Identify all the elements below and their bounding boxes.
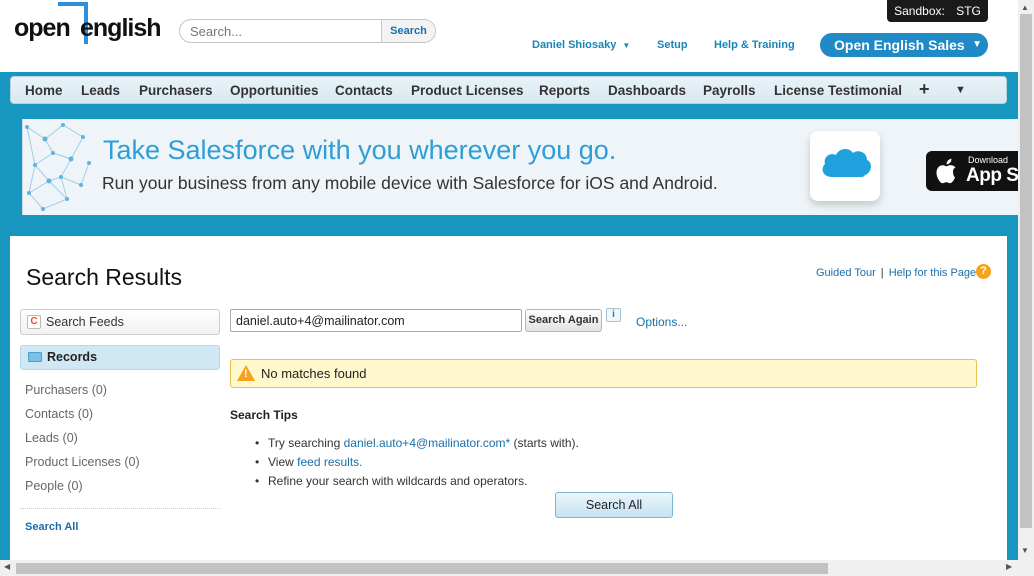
user-menu[interactable]: Daniel Shiosaky ▼ — [532, 39, 630, 51]
tip1-suffix: (starts with). — [510, 436, 579, 450]
scroll-left-icon[interactable]: ◀ — [4, 562, 10, 571]
sidebar-item-contacts[interactable]: Contacts (0) — [25, 407, 93, 421]
network-graphic-icon — [25, 123, 91, 211]
feed-results-link[interactable]: feed results. — [297, 455, 362, 469]
tab-home[interactable]: Home — [25, 77, 63, 103]
tab-license-testimonial[interactable]: License Testimonial — [774, 77, 902, 103]
apple-icon — [936, 158, 956, 184]
tip1-prefix: Try searching — [268, 436, 344, 450]
records-label: Records — [47, 350, 98, 364]
tip1-link[interactable]: daniel.auto+4@mailinator.com* — [344, 436, 511, 450]
search-tip: View feed results. — [253, 453, 579, 472]
tab-leads[interactable]: Leads — [81, 77, 120, 103]
tab-opportunities[interactable]: Opportunities — [230, 77, 319, 103]
records-section[interactable]: Records — [20, 345, 220, 370]
appstore-large-text: App St — [966, 165, 1018, 186]
search-tip: Try searching daniel.auto+4@mailinator.c… — [253, 434, 579, 453]
horizontal-scrollbar[interactable]: ◀ ▶ — [0, 560, 1034, 576]
banner-headline: Take Salesforce with you wherever you go… — [103, 135, 617, 165]
info-icon[interactable]: i — [606, 308, 621, 322]
help-training-link[interactable]: Help & Training — [714, 39, 795, 51]
tab-bar: Home Leads Purchasers Opportunities Cont… — [10, 76, 1007, 104]
scroll-up-icon[interactable]: ▲ — [1021, 3, 1029, 12]
global-search: Search — [179, 19, 436, 43]
sidebar-item-people[interactable]: People (0) — [25, 479, 83, 493]
setup-link[interactable]: Setup — [657, 39, 688, 51]
app-menu-button[interactable]: Open English Sales ▼ — [820, 33, 988, 57]
header-bar: open english Search Sandbox: STG Daniel … — [0, 0, 1018, 72]
tab-reports[interactable]: Reports — [539, 77, 590, 103]
salesforce-cloud-icon — [810, 131, 880, 201]
app-store-badge[interactable]: Download App St — [926, 151, 1018, 191]
tip2-prefix: View — [268, 455, 298, 469]
folder-icon — [28, 352, 42, 362]
page-title: Search Results — [26, 264, 182, 290]
app-menu-label: Open English Sales — [834, 37, 965, 53]
question-icon[interactable]: ? — [976, 264, 991, 279]
banner-subline: Run your business from any mobile device… — [102, 173, 718, 193]
tab-contacts[interactable]: Contacts — [335, 77, 393, 103]
tab-purchasers[interactable]: Purchasers — [139, 77, 213, 103]
global-search-input[interactable] — [180, 20, 382, 42]
sidebar-divider — [20, 508, 220, 509]
guided-tour-link[interactable]: Guided Tour — [816, 267, 876, 279]
logo-text-english: english — [80, 14, 162, 42]
sandbox-label: Sandbox: — [894, 4, 945, 18]
chevron-down-icon: ▼ — [972, 39, 982, 50]
user-name: Daniel Shiosaky — [532, 39, 617, 51]
sidebar-search-all-link[interactable]: Search All — [25, 521, 78, 533]
search-query-input[interactable] — [230, 309, 522, 332]
horizontal-scroll-thumb[interactable] — [16, 563, 828, 574]
help-page-link[interactable]: Help for this Page — [889, 267, 976, 279]
tab-payrolls[interactable]: Payrolls — [703, 77, 756, 103]
search-feeds-label: Search Feeds — [46, 315, 124, 329]
scroll-right-icon[interactable]: ▶ — [1006, 562, 1012, 571]
no-matches-alert: ! No matches found — [230, 359, 977, 388]
sandbox-value: STG — [956, 4, 981, 18]
sandbox-badge: Sandbox: STG — [887, 0, 988, 22]
mobile-promo-banner[interactable]: Take Salesforce with you wherever you go… — [22, 119, 1018, 215]
chatter-icon: C — [27, 315, 41, 329]
search-feeds-button[interactable]: C Search Feeds — [20, 309, 220, 335]
search-again-button[interactable]: Search Again — [525, 309, 602, 332]
vertical-scroll-thumb[interactable] — [1020, 14, 1032, 528]
no-matches-message: No matches found — [261, 366, 367, 381]
chevron-down-icon[interactable]: ▼ — [955, 77, 966, 103]
search-options-link[interactable]: Options... — [636, 315, 687, 329]
sidebar-item-product-licenses[interactable]: Product Licenses (0) — [25, 455, 140, 469]
vertical-scrollbar[interactable]: ▲ ▼ — [1018, 0, 1034, 560]
search-results-panel: Search Results Guided Tour | Help for th… — [10, 233, 1007, 563]
help-separator: | — [880, 267, 884, 279]
tab-dashboards[interactable]: Dashboards — [608, 77, 686, 103]
help-links: Guided Tour | Help for this Page — [816, 267, 976, 279]
global-search-button[interactable]: Search — [381, 20, 435, 42]
search-tip: Refine your search with wildcards and op… — [253, 472, 579, 491]
tab-product-licenses[interactable]: Product Licenses — [411, 77, 524, 103]
sidebar-item-purchasers[interactable]: Purchasers (0) — [25, 383, 107, 397]
tip3-text: Refine your search with wildcards and op… — [268, 474, 528, 488]
search-all-button[interactable]: Search All — [555, 492, 673, 518]
scroll-down-icon[interactable]: ▼ — [1021, 546, 1029, 555]
warning-icon: ! — [237, 365, 255, 381]
chevron-down-icon: ▼ — [622, 41, 631, 50]
search-tips-title: Search Tips — [230, 408, 298, 422]
search-tips-list: Try searching daniel.auto+4@mailinator.c… — [253, 434, 579, 491]
appstore-small-text: Download — [968, 155, 1009, 165]
sidebar-item-leads[interactable]: Leads (0) — [25, 431, 78, 445]
plus-icon[interactable]: + — [919, 77, 930, 103]
